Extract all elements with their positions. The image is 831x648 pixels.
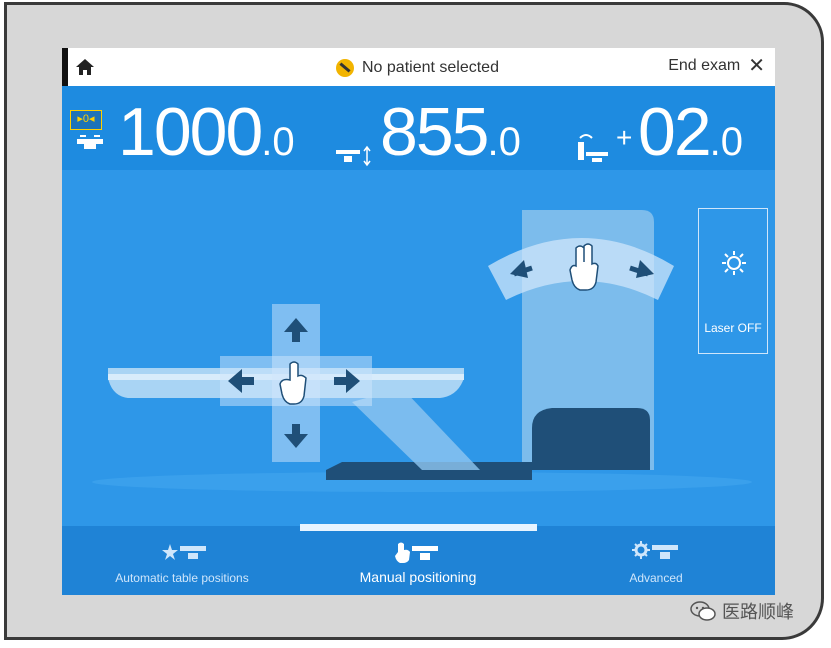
position-readout: ▸0◂ 1000.0 855.0 + 02.0 [62,86,775,170]
end-exam-label: End exam [668,57,741,74]
readout-value-3: 02.0 [638,94,743,180]
positioning-graphic [92,210,752,492]
watermark-text: 医路顺峰 [722,602,794,622]
top-bar: No patient selected End exam ✕ [62,48,775,86]
readout-value-2-int: 855 [380,94,489,170]
readout-value-2-dec: .0 [487,120,521,164]
readout-value-1: 1000.0 [118,94,295,180]
table-longitudinal-icon [336,145,371,167]
readout-value-3-dec: .0 [709,120,743,164]
close-icon: ✕ [748,55,765,77]
tab-manual-positioning[interactable]: Manual positioning [328,526,508,595]
tab-advanced[interactable]: Advanced [566,526,746,595]
patient-status-text: No patient selected [362,59,499,76]
readout-value-2: 855.0 [380,94,521,180]
stand-base-block [532,408,650,470]
table-height-icon [77,135,103,149]
watermark: 医路顺峰 [690,598,794,624]
no-patient-icon [336,59,354,77]
zero-reference-badge[interactable]: ▸0◂ [70,110,102,130]
tab-advanced-label: Advanced [629,571,683,585]
gear-table-icon [632,541,678,559]
home-icon[interactable] [74,56,96,78]
tab-automatic-label: Automatic table positions [115,571,249,585]
laser-icon [722,251,746,275]
readout-value-1-dec: .0 [261,120,295,164]
hand-table-icon [395,542,438,563]
positioning-area [62,170,775,526]
tab-manual-label: Manual positioning [359,569,477,585]
wechat-icon [690,601,716,621]
end-exam-button[interactable]: End exam ✕ [668,55,765,77]
laser-toggle-button[interactable]: Laser OFF [698,208,768,354]
patient-status: No patient selected [336,58,499,78]
laser-label: Laser OFF [704,321,762,335]
tilt-angle-icon [578,134,608,162]
active-tab-indicator [300,524,537,531]
touch-screen: No patient selected End exam ✕ ▸0◂ 1000.… [62,48,775,595]
star-table-icon [162,544,206,560]
bottom-tab-bar: Automatic table positions Manual positio… [62,526,775,595]
readout-value-3-sign: + [616,122,632,153]
tab-automatic-table-positions[interactable]: Automatic table positions [92,526,272,595]
readout-value-3-int: 02 [638,94,712,170]
readout-value-1-int: 1000 [118,94,263,170]
